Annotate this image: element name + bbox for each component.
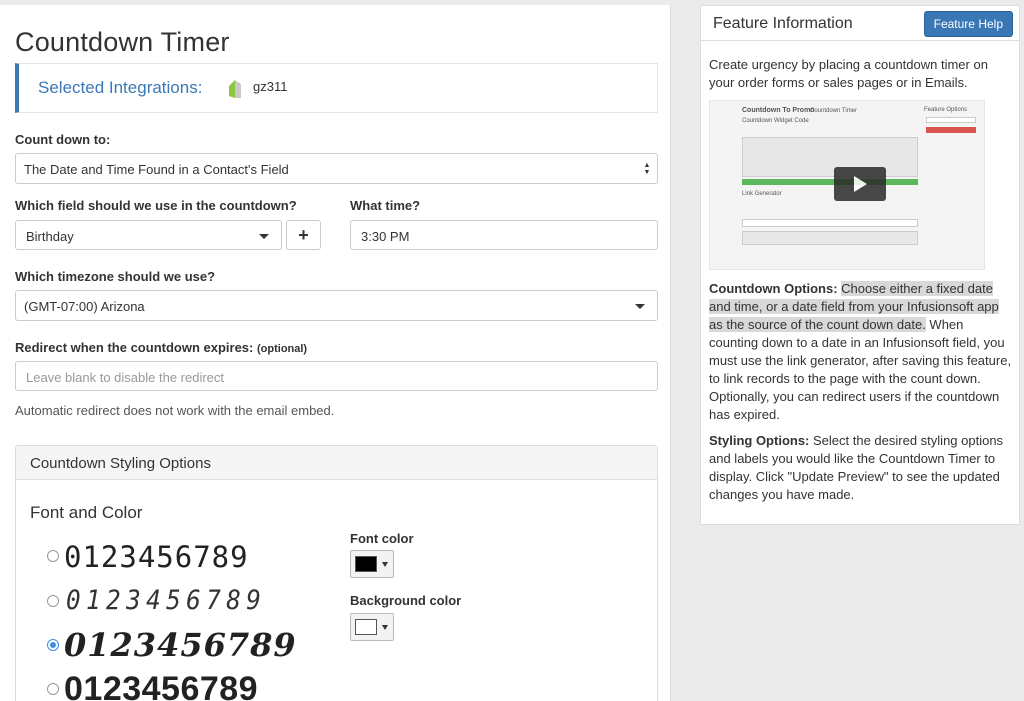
font-option-3-sample[interactable]: 0123456789 [64,626,297,664]
font-option-1-radio[interactable] [47,550,59,562]
feature-information-panel: Feature Information Feature Help Create … [700,5,1020,525]
main-panel: Countdown Timer Selected Integrations: g… [0,5,671,701]
styling-options-header: Countdown Styling Options [16,446,657,480]
redirect-optional-text: (optional) [257,343,308,355]
feature-intro-text: Create urgency by placing a countdown ti… [709,57,988,90]
video-widget-heading: Countdown Widget Code [742,118,809,124]
background-color-picker[interactable] [350,613,394,641]
feature-video-thumbnail[interactable]: Countdown To Promo Countdown Timer Count… [709,100,985,270]
redirect-label-text: Redirect when the countdown expires: [15,340,254,355]
count-down-to-value: The Date and Time Found in a Contact's F… [24,162,289,177]
integrations-label: Selected Integrations: [38,78,203,97]
timezone-label: Which timezone should we use? [15,269,216,284]
font-color-swatch [355,556,377,572]
add-field-button[interactable]: + [286,220,321,250]
styling-options-label: Styling Options: [709,433,810,448]
font-and-color-heading: Font and Color [30,503,143,522]
timezone-value: (GMT-07:00) Arizona [24,299,145,314]
count-down-to-select[interactable]: The Date and Time Found in a Contact's F… [15,153,658,184]
font-option-4-radio[interactable] [47,683,59,695]
redirect-url-input[interactable]: Leave blank to disable the redirect [15,361,658,391]
font-color-label: Font color [350,531,414,546]
countdown-options-rest: When counting down to a date in an Infus… [709,317,1012,422]
integration-name: gz311 [253,79,288,94]
redirect-help-text: Automatic redirect does not work with th… [15,403,335,418]
font-color-picker[interactable] [350,550,394,578]
background-color-label: Background color [350,593,462,608]
font-option-4-sample[interactable]: 0123456789 [64,670,258,701]
field-select-value: Birthday [26,229,74,244]
selected-integrations-box: Selected Integrations: gz311 [15,63,658,113]
video-mock-delete-button [926,127,976,133]
time-input[interactable]: 3:30 PM [350,220,658,250]
video-mock-green-bar [742,179,918,185]
font-option-3-radio[interactable] [47,639,59,651]
font-option-1-sample[interactable]: 0123456789 [64,540,249,574]
play-icon[interactable] [834,167,886,201]
chevron-down-icon [259,234,269,239]
video-mock-code-box [742,137,918,177]
video-subtitle: Countdown Timer [810,108,858,114]
feature-help-button[interactable]: Feature Help [923,11,1013,37]
timezone-select[interactable]: (GMT-07:00) Arizona [15,290,658,321]
video-mock-button [926,117,976,123]
font-option-2-sample[interactable]: 0123456789 [66,585,266,616]
video-mock-input [742,219,918,227]
countdown-options-text: Countdown Options: Choose either a fixed… [709,280,1015,424]
redirect-label: Redirect when the countdown expires: (op… [15,340,307,355]
chevron-down-icon [382,625,388,630]
select-updown-icon: ▲ ▼ [643,162,651,176]
infusionsoft-logo-icon [229,80,241,98]
video-link-heading: Link Generator [742,191,782,197]
field-select[interactable]: Birthday [15,220,282,250]
background-color-swatch [355,619,377,635]
styling-options-panel: Countdown Styling Options Font and Color… [15,445,658,701]
chevron-down-icon [382,562,388,567]
count-down-to-label: Count down to: [15,132,111,147]
page-title: Countdown Timer [15,27,230,57]
field-label: Which field should we use in the countdo… [15,198,297,213]
time-label: What time? [350,198,421,213]
chevron-down-icon [635,304,645,309]
font-option-2-radio[interactable] [47,595,59,607]
styling-options-text: Styling Options: Select the desired styl… [709,432,1015,504]
video-options-heading: Feature Options [924,107,968,113]
countdown-options-label: Countdown Options: [709,281,838,296]
video-title: Countdown To Promo [742,107,815,114]
video-mock-output [742,231,918,245]
